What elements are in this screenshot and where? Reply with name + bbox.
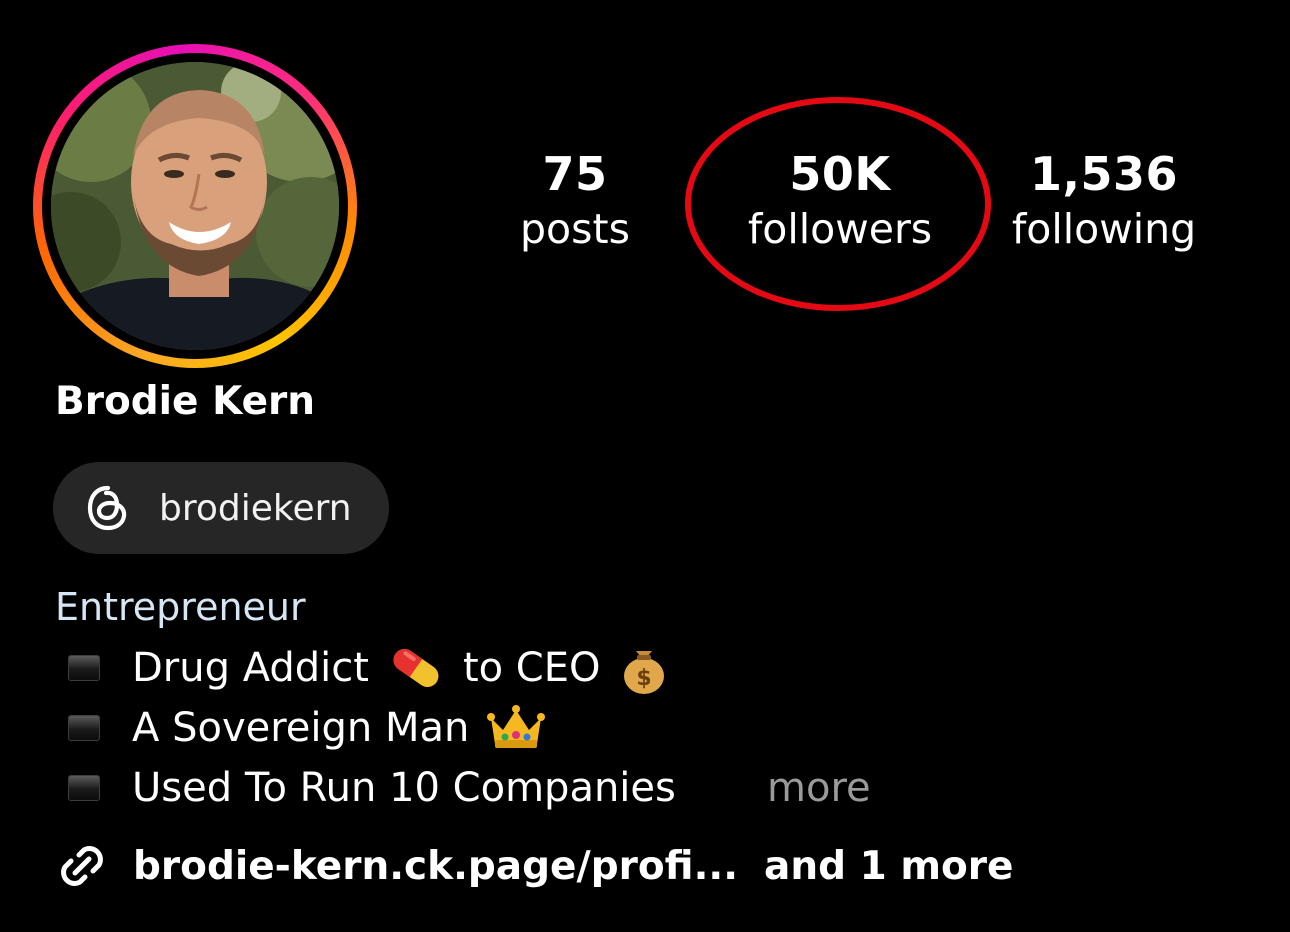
- bio-line-2-text: A Sovereign Man: [132, 705, 470, 751]
- followers-label: followers: [747, 205, 933, 253]
- link-url[interactable]: brodie-kern.ck.page/profi...: [133, 844, 738, 889]
- bullet-icon: [68, 715, 100, 741]
- threads-icon: [83, 483, 133, 533]
- bullet-icon: [68, 655, 100, 681]
- posts-label: posts: [520, 205, 630, 253]
- more-links-button[interactable]: and 1 more: [764, 844, 1013, 889]
- avatar[interactable]: [51, 62, 339, 350]
- following-count: 1,536: [1029, 147, 1178, 201]
- followers-count: 50K: [789, 147, 891, 201]
- bio-line-3-text: Used To Run 10 Companies: [132, 765, 676, 811]
- money-bag-emoji-icon: $: [619, 641, 669, 695]
- following-label: following: [1011, 205, 1197, 253]
- bio-line-1-text: Drug Addict: [132, 645, 369, 691]
- profile-category: Entrepreneur: [55, 585, 306, 629]
- story-ring[interactable]: [33, 44, 357, 368]
- crown-emoji-icon: [487, 704, 546, 752]
- svg-text:$: $: [636, 666, 651, 691]
- bullet-icon: [68, 775, 100, 801]
- threads-handle: brodiekern: [159, 487, 352, 529]
- profile-name: Brodie Kern: [55, 379, 316, 424]
- bio-line-2: A Sovereign Man: [68, 700, 546, 756]
- posts-stat[interactable]: 75 posts: [500, 146, 650, 254]
- posts-count: 75: [542, 147, 608, 201]
- bio-line-1-after: to CEO: [462, 645, 601, 691]
- pill-emoji-icon: [387, 642, 445, 694]
- profile-photo: [51, 62, 339, 350]
- threads-badge[interactable]: brodiekern: [53, 462, 389, 554]
- external-links[interactable]: brodie-kern.ck.page/profi... and 1 more: [53, 836, 1013, 896]
- followers-stat[interactable]: 50K followers: [728, 146, 952, 254]
- bio-line-3: Used To Run 10 Companies: [68, 760, 676, 816]
- following-stat[interactable]: 1,536 following: [1000, 146, 1208, 254]
- bio-more-link[interactable]: more: [767, 760, 871, 816]
- link-icon: [53, 837, 111, 895]
- bio-line-1: Drug Addict to CEO $: [68, 640, 669, 696]
- profile-header: 75 posts 50K followers 1,536 following B…: [0, 0, 1290, 932]
